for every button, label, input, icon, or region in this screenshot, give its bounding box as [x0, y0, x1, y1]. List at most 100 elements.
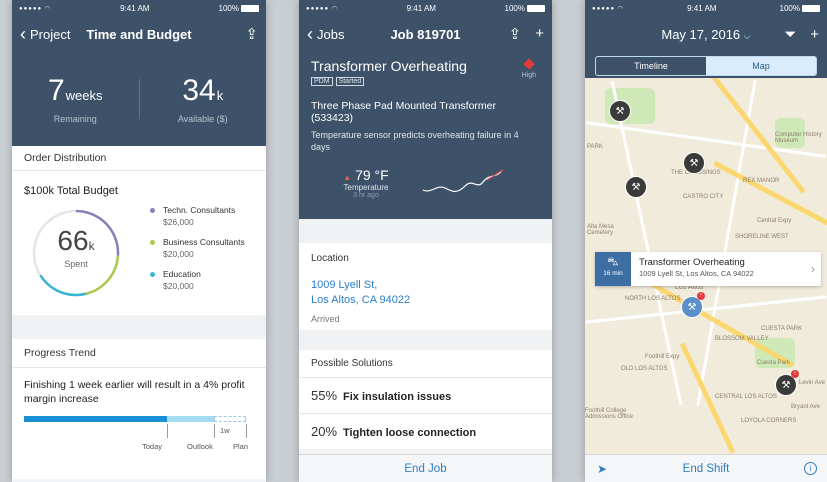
map-label: SHORELINE WEST [735, 234, 789, 240]
date-picker[interactable]: May 17, 2016 [661, 27, 740, 42]
tag-pdm: PDM [311, 77, 333, 86]
section-gap [12, 315, 266, 339]
status-time: 9:41 AM [406, 3, 436, 13]
job-header: Transformer Overheating PDM Started High… [299, 52, 552, 219]
bottom-toolbar: ➤ End Shift i [585, 454, 827, 482]
temp-value: 79 °F [355, 167, 389, 184]
map-job-pin[interactable]: ⚒ [683, 152, 705, 174]
status-time: 9:41 AM [120, 3, 150, 13]
back-label: Project [30, 26, 71, 42]
end-shift-button[interactable]: End Shift [683, 463, 730, 475]
solution-percent: 55% [311, 388, 338, 404]
address-line2: Los Altos, CA 94022 [311, 294, 411, 307]
location-arrow-icon[interactable]: ➤ [597, 462, 607, 476]
progress-ticks: 1w Today Outlook Plan [24, 424, 254, 454]
map-label: Bryant Ave [791, 404, 820, 410]
filter-icon[interactable]: ⏷ [784, 26, 796, 43]
tick-outlook-line [214, 424, 215, 439]
budget-donut-chart[interactable]: 66k Spent [28, 205, 124, 301]
time-budget-screen: ●●●●● ◠ 9:41 AM 100% ‹ Project Time and … [12, 0, 266, 482]
tag-status: Started [335, 77, 365, 86]
share-icon[interactable]: ⇪ [509, 25, 522, 43]
nav-bar: ‹ Project Time and Budget ⇪ [12, 16, 266, 52]
legend-amount: $26,000 [163, 217, 194, 227]
eta-text: 16 min [603, 270, 623, 277]
tick-today-label: Today [142, 442, 163, 452]
solutions-heading: Possible Solutions [311, 358, 393, 370]
solution-text: Fix insulation issues [343, 391, 452, 404]
back-button[interactable]: ‹ Jobs [307, 25, 344, 43]
asset-name: Three Phase Pad Mounted Transformer (533… [311, 100, 497, 124]
legend-item: Business Consultants $20,000 [150, 237, 245, 259]
donut-unit: k [88, 239, 95, 253]
map-job-pin[interactable]: ⚒ [625, 176, 647, 198]
callout-address: 1009 Lyell St, Los Altos, CA 94022 [639, 269, 754, 278]
address-link[interactable]: 1009 Lyell St, Los Altos, CA 94022 [311, 278, 540, 308]
add-icon[interactable]: + [810, 26, 819, 43]
solution-item[interactable]: 55% Fix insulation issues [299, 377, 552, 414]
address-line1: 1009 Lyell St, [311, 279, 378, 292]
map-label: LOYOLA CORNERS [741, 418, 797, 424]
section-heading: Progress Trend [12, 339, 266, 368]
job-callout[interactable]: ⛍ 16 min Transformer Overheating 1009 Ly… [595, 252, 821, 286]
info-icon[interactable]: i [804, 462, 817, 475]
battery-percent: 100% [779, 3, 800, 13]
tick-outlook-label: Outlook [187, 442, 213, 452]
add-icon[interactable]: + [535, 25, 544, 43]
battery-percent: 100% [504, 3, 525, 13]
priority-indicator: High [522, 58, 536, 79]
map-job-pin[interactable]: ⚒ [609, 100, 631, 122]
battery-icon [240, 4, 259, 12]
end-job-button[interactable]: End Job [404, 463, 446, 475]
legend-amount: $20,000 [163, 249, 194, 259]
legend-item: Education $20,000 [150, 269, 245, 291]
progress-bar [24, 416, 254, 424]
map-label: Foothill Expy [645, 354, 680, 360]
section-gap [299, 219, 552, 244]
progress-trend-card: Progress Trend Finishing 1 week earlier … [12, 339, 266, 479]
location-section: Location 1009 Lyell St, Los Altos, CA 94… [299, 243, 552, 331]
solution-percent: 20% [311, 424, 338, 440]
map-label: REX MANOR [743, 178, 780, 184]
map-road [696, 80, 757, 406]
share-icon[interactable]: ⇪ [245, 25, 258, 43]
chevron-right-icon[interactable]: › [811, 252, 821, 286]
tick-plan-line [246, 424, 247, 439]
tab-timeline[interactable]: Timeline [596, 57, 706, 75]
tools-icon: ⚒ [689, 158, 699, 169]
budget-legend: Techn. Consultants $26,000 Business Consu… [150, 205, 245, 301]
back-button[interactable]: ‹ Project [20, 25, 70, 43]
battery-icon [801, 4, 820, 12]
temperature-sparkline [422, 169, 504, 193]
map-label: CASTRO CITY [683, 194, 724, 200]
solution-text: Tighten loose connection [343, 427, 477, 440]
progress-outlook [167, 416, 214, 423]
map-label: BLOSSOM VALLEY [715, 336, 769, 342]
temp-up-icon: ▲ [343, 173, 352, 183]
solution-item[interactable]: 20% Tighten loose connection [299, 413, 552, 450]
map-label: Computer History Museum [775, 132, 822, 144]
chevron-down-icon[interactable]: ⌵ [744, 31, 751, 41]
arrival-status: Arrived [311, 314, 340, 325]
nav-bar: May 17, 2016 ⌵ ⏷ + [585, 16, 827, 52]
map-road [585, 295, 827, 324]
solutions-heading-row: Possible Solutions [299, 350, 552, 378]
legend-dot [150, 208, 155, 213]
nav-bar: ‹ Jobs Job 819701 ⇪ + [299, 16, 552, 52]
weeks-value: 7 [47, 74, 65, 107]
tools-icon: ⚒ [631, 182, 641, 193]
map-label: Alta Mesa Cemetery [587, 224, 614, 236]
map-label: PARK [587, 144, 603, 150]
priority-high-icon [523, 58, 535, 70]
status-bar: ●●●●● ◠ 9:41 AM 100% [12, 0, 266, 16]
tab-map[interactable]: Map [706, 57, 816, 75]
status-bar: ●●●●● ◠ 9:41 AM 100% [585, 0, 827, 16]
available-label: Available ($) [177, 114, 228, 124]
map-label: Levin Ave [799, 380, 825, 386]
status-bar: ●●●●● ◠ 9:41 AM 100% [299, 0, 552, 16]
weeks-label: Remaining [53, 114, 97, 124]
progress-plan [214, 416, 246, 423]
back-label: Jobs [317, 26, 345, 42]
map-label: CUESTA PARK [761, 326, 803, 332]
signal-indicator: ●●●●● ◠ [19, 5, 52, 12]
